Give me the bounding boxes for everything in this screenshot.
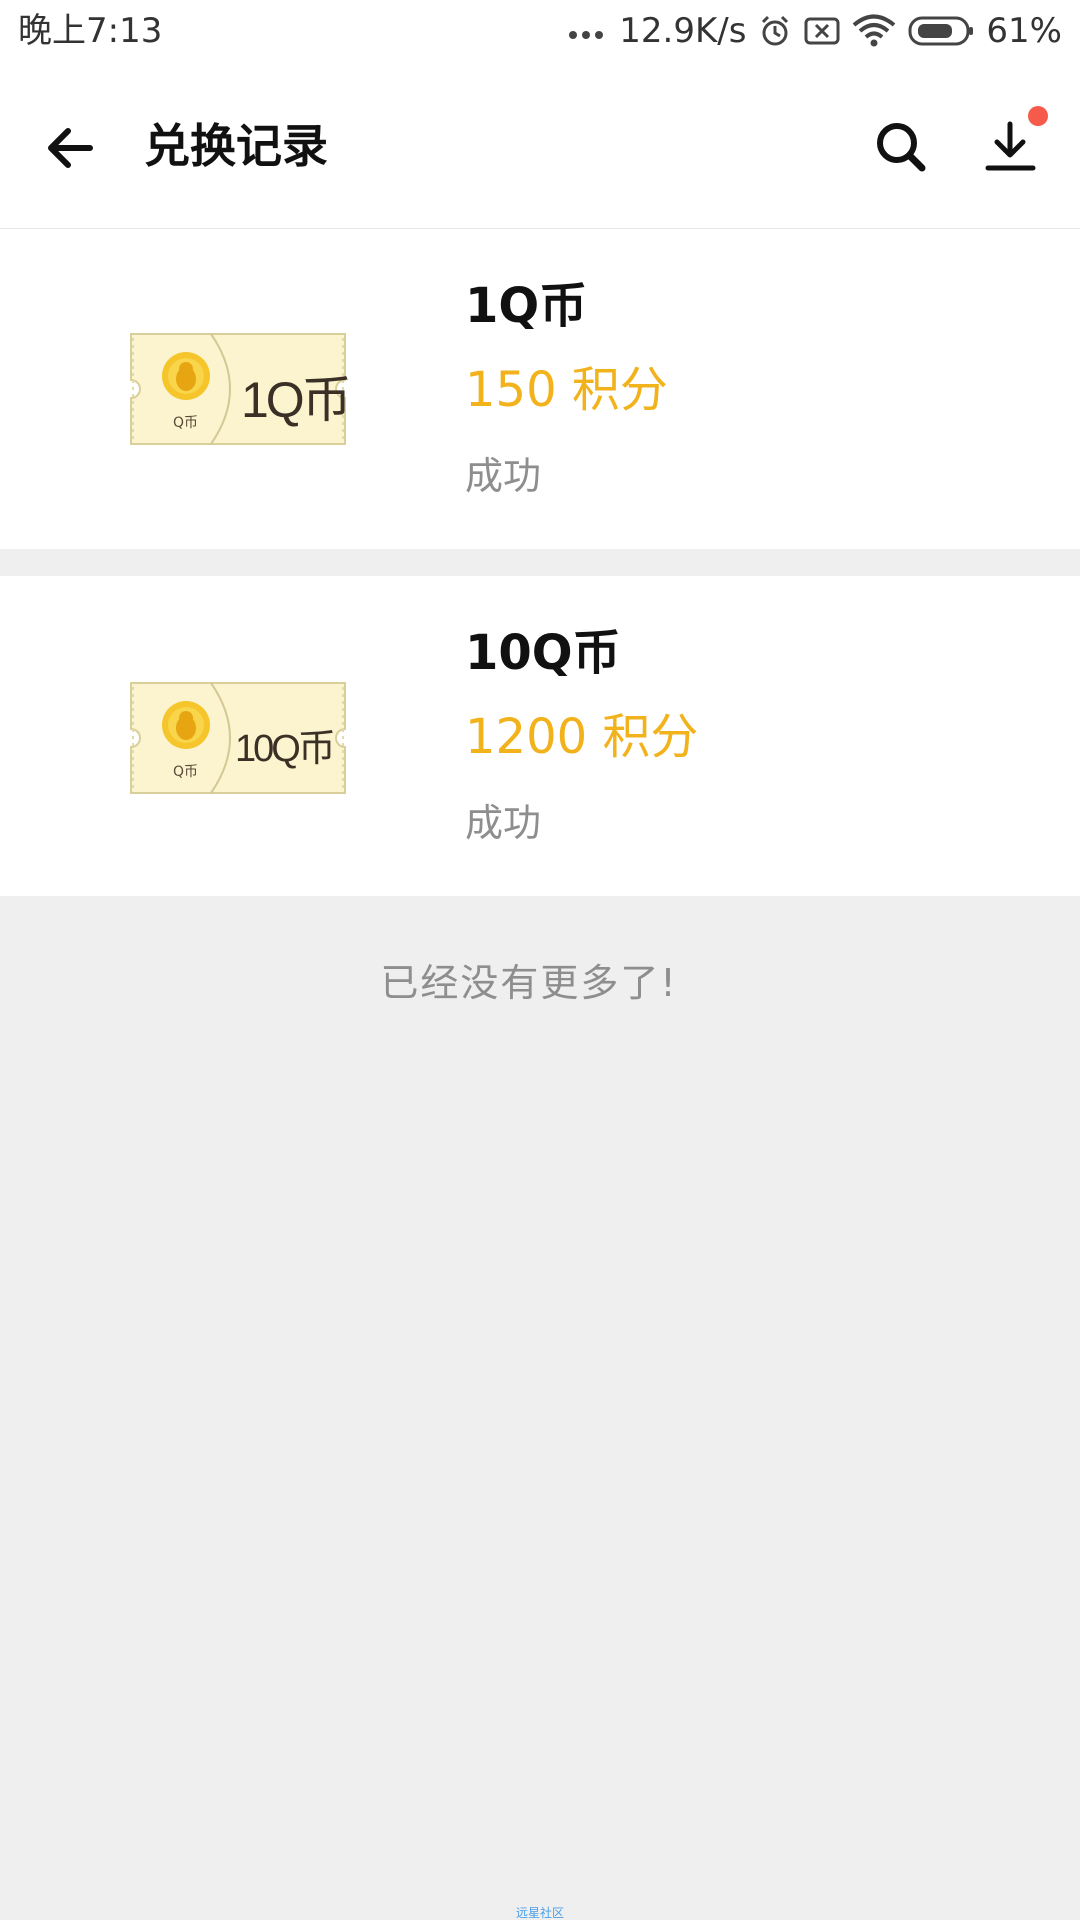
- ticket-label: Q币: [173, 415, 199, 431]
- record-points: 150 积分: [465, 362, 668, 418]
- record-name: 10Q币: [465, 625, 621, 681]
- ticket-amount: 1Q币: [241, 372, 352, 428]
- more-dots-icon: [567, 21, 607, 41]
- search-button[interactable]: [870, 116, 932, 178]
- record-points: 1200 积分: [465, 709, 699, 765]
- record-item[interactable]: 10Q币 Q币 10Q币 1200 积分 成功: [0, 576, 1080, 896]
- nav-bar: 兑换记录: [0, 62, 1080, 229]
- record-status: 成功: [465, 801, 542, 845]
- download-icon: [985, 121, 1036, 171]
- exchange-records-page: 晚上7:13 12.9K/s 61% 兑换记录 1Q币 Q币 1Q币 150 积…: [0, 0, 1080, 1920]
- back-arrow-icon: [48, 128, 93, 168]
- ticket-label: Q币: [173, 764, 199, 780]
- status-icons: 12.9K/s 61%: [567, 9, 1062, 53]
- network-speed: 12.9K/s: [619, 11, 747, 51]
- battery-icon: [908, 15, 974, 47]
- record-name: 1Q币: [465, 278, 588, 334]
- download-button[interactable]: [980, 116, 1042, 178]
- record-status: 成功: [465, 454, 542, 498]
- wifi-icon: [852, 14, 896, 48]
- status-bar: 晚上7:13 12.9K/s 61%: [0, 0, 1080, 62]
- status-time: 晚上7:13: [18, 11, 163, 51]
- q-coin-ticket-image: 10Q币 Q币: [129, 681, 347, 795]
- sim-off-icon: [804, 16, 840, 46]
- back-button[interactable]: [40, 117, 102, 179]
- search-icon: [877, 123, 926, 172]
- alarm-icon: [758, 14, 792, 48]
- ticket-amount: 10Q币: [235, 728, 336, 770]
- notification-badge: [1028, 106, 1048, 126]
- q-coin-ticket-image: 1Q币 Q币: [129, 332, 352, 446]
- record-item[interactable]: 1Q币 Q币 1Q币 150 积分 成功: [0, 229, 1080, 549]
- watermark: 远星社区: [515, 1906, 564, 1920]
- page-title: 兑换记录: [144, 119, 328, 173]
- no-more-text: 已经没有更多了!: [380, 961, 678, 1005]
- battery-percent: 61%: [986, 11, 1062, 51]
